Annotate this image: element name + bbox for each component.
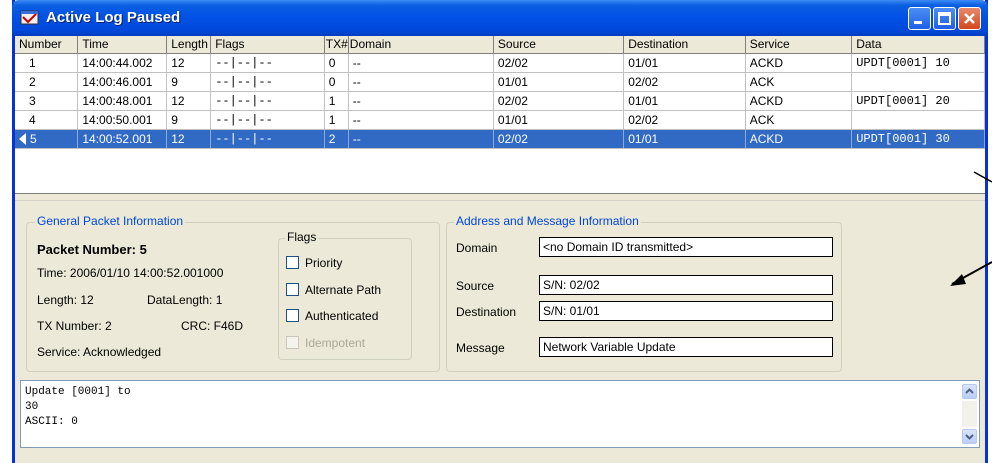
annotation-line: [973, 171, 992, 183]
arrowhead-icon: [950, 274, 966, 286]
annotation-arrows: [950, 171, 992, 286]
